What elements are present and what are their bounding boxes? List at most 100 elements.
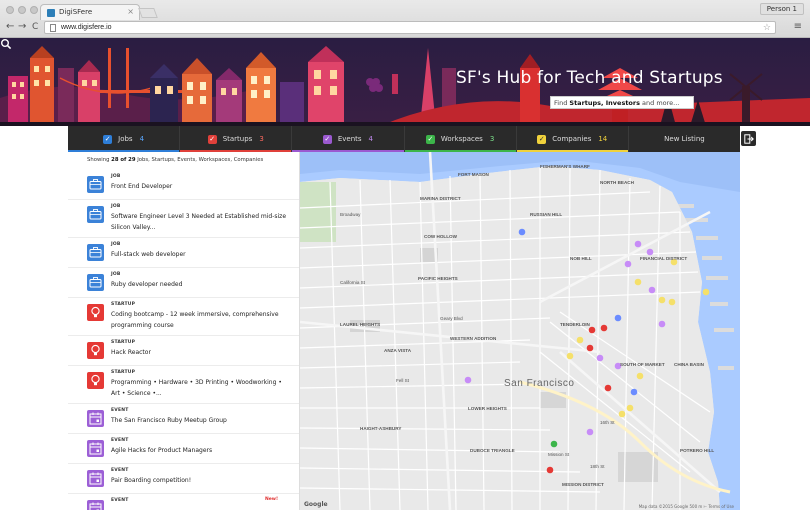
map-label-mission-district: MISSION DISTRICT bbox=[562, 482, 604, 487]
nav-companies[interactable]: ✓ Companies 14 bbox=[516, 126, 629, 152]
nav-label: Jobs bbox=[118, 135, 133, 143]
list-item[interactable]: STARTUP Hack Reactor bbox=[68, 336, 299, 366]
reload-icon[interactable]: C bbox=[32, 22, 38, 32]
nav-count: 4 bbox=[368, 135, 374, 143]
results-summary: Showing 28 of 29 Jobs, Startups, Events,… bbox=[87, 157, 263, 163]
new-tab-button[interactable] bbox=[138, 8, 158, 18]
item-title[interactable]: Pair Boarding competition! bbox=[111, 475, 291, 486]
exit-icon bbox=[743, 133, 754, 144]
item-title[interactable]: Front End Developer bbox=[111, 181, 291, 192]
item-type-label: STARTUP bbox=[111, 340, 136, 345]
nav-new-listing[interactable]: New Listing bbox=[629, 126, 740, 152]
nav-workspaces[interactable]: ✓ Workspaces 3 bbox=[404, 126, 517, 152]
checkbox-icon[interactable]: ✓ bbox=[207, 134, 217, 144]
checkbox-icon[interactable]: ✓ bbox=[322, 134, 332, 144]
briefcase-icon bbox=[87, 244, 104, 261]
map-credits[interactable]: Map data ©2015 Google 500 m ⊢ Terms of U… bbox=[639, 504, 734, 509]
nav-events[interactable]: ✓ Events 4 bbox=[292, 126, 405, 152]
maximize-window-button[interactable] bbox=[30, 6, 38, 14]
new-badge: New! bbox=[264, 497, 278, 502]
map-label-fort-mason: FORT MASON bbox=[458, 172, 489, 177]
briefcase-icon bbox=[87, 274, 104, 291]
map-label-duboce-triangle: DUBOCE TRIANGLE bbox=[470, 448, 515, 453]
back-arrow-icon[interactable]: ← bbox=[6, 22, 14, 32]
map-street-california: California St bbox=[340, 280, 366, 285]
item-title[interactable]: Programming • Hardware • 3D Printing • W… bbox=[111, 377, 291, 399]
hero-search-input[interactable]: Find Startups, Investors and more... bbox=[550, 96, 694, 109]
item-title[interactable]: The San Francisco Ruby Meetup Group bbox=[111, 415, 291, 426]
map-label-tenderloin: TENDERLOIN bbox=[560, 322, 590, 327]
item-type-label: STARTUP bbox=[111, 302, 136, 307]
summary-suffix: Jobs, Startups, Events, Workspaces, Comp… bbox=[135, 157, 264, 163]
list-item[interactable]: JOB Software Engineer Level 3 Needed at E… bbox=[68, 200, 299, 238]
list-item[interactable]: JOB Front End Developer bbox=[68, 170, 299, 200]
calendar-icon bbox=[87, 440, 104, 457]
checkbox-icon[interactable]: ✓ bbox=[537, 134, 547, 144]
nav-count: 3 bbox=[259, 135, 264, 143]
list-item[interactable]: EVENT New! bbox=[68, 494, 299, 510]
close-window-button[interactable] bbox=[6, 6, 14, 14]
browser-menu-icon[interactable]: ≡ bbox=[794, 21, 802, 32]
list-item[interactable]: EVENT Agile Hacks for Product Managers bbox=[68, 434, 299, 464]
search-icon[interactable] bbox=[0, 38, 12, 50]
minimize-window-button[interactable] bbox=[18, 6, 26, 14]
logout-icon[interactable] bbox=[741, 131, 756, 146]
item-title[interactable]: Ruby developer needed bbox=[111, 279, 291, 290]
forward-arrow-icon[interactable]: → bbox=[18, 22, 26, 32]
lightbulb-icon bbox=[87, 304, 104, 321]
page-icon bbox=[50, 24, 56, 32]
map-label-north-beach: NORTH BEACH bbox=[600, 180, 634, 185]
item-type-label: STARTUP bbox=[111, 370, 136, 375]
checkbox-icon[interactable]: ✓ bbox=[425, 134, 435, 144]
item-type-label: EVENT bbox=[111, 438, 129, 443]
bookmark-star-icon[interactable]: ☆ bbox=[763, 22, 771, 33]
results-panel: Showing 28 of 29 Jobs, Startups, Events,… bbox=[68, 152, 300, 510]
url-text: www.digisfere.io bbox=[61, 24, 112, 31]
calendar-icon bbox=[87, 470, 104, 487]
list-item[interactable]: STARTUP Coding bootcamp - 12 week immersi… bbox=[68, 298, 299, 336]
tab-title: DigiSFere bbox=[59, 8, 93, 16]
google-logo[interactable]: Google bbox=[304, 501, 328, 508]
map-canvas[interactable] bbox=[300, 152, 740, 510]
hero-headline: SF's Hub for Tech and Startups bbox=[456, 68, 723, 88]
item-type-label: JOB bbox=[111, 242, 121, 247]
item-type-label: JOB bbox=[111, 272, 121, 277]
nav-label: Startups bbox=[222, 135, 253, 143]
lightbulb-icon bbox=[87, 372, 104, 389]
nav-jobs[interactable]: ✓ Jobs 4 bbox=[68, 126, 181, 152]
calendar-icon bbox=[87, 500, 104, 510]
list-item[interactable]: STARTUP Programming • Hardware • 3D Print… bbox=[68, 366, 299, 404]
list-item[interactable]: EVENT Pair Boarding competition! bbox=[68, 464, 299, 494]
map-view[interactable]: FORT MASON FISHERMAN'S WHARF NORTH BEACH… bbox=[300, 152, 740, 510]
briefcase-icon bbox=[87, 206, 104, 223]
item-type-label: EVENT bbox=[111, 408, 129, 413]
map-label-anza-vista: ANZA VISTA bbox=[384, 348, 412, 353]
search-bold: Startups, Investors bbox=[569, 99, 640, 107]
address-bar[interactable]: www.digisfere.io ☆ bbox=[44, 21, 776, 34]
map-label-russian-hill: RUSSIAN HILL bbox=[530, 212, 563, 217]
close-tab-icon[interactable]: × bbox=[127, 7, 134, 16]
item-type-label: EVENT bbox=[111, 498, 129, 503]
checkbox-icon[interactable]: ✓ bbox=[103, 134, 113, 144]
map-label-potrero-hill: POTRERO HILL bbox=[680, 448, 715, 453]
nav-count: 3 bbox=[489, 135, 495, 143]
category-nav: ✓ Jobs 4 ✓ Startups 3 ✓ Events 4 ✓ Works… bbox=[68, 126, 740, 152]
nav-startups[interactable]: ✓ Startups 3 bbox=[180, 126, 293, 152]
item-title[interactable]: Software Engineer Level 3 Needed at Esta… bbox=[111, 211, 291, 233]
list-item[interactable]: JOB Ruby developer needed bbox=[68, 268, 299, 298]
profile-button[interactable]: Person 1 bbox=[759, 3, 804, 15]
nav-count: 14 bbox=[598, 135, 608, 143]
nav-count: 4 bbox=[139, 135, 145, 143]
list-item[interactable]: JOB Full-stack web developer bbox=[68, 238, 299, 268]
item-title[interactable]: Agile Hacks for Product Managers bbox=[111, 445, 291, 456]
list-item[interactable]: EVENT The San Francisco Ruby Meetup Group bbox=[68, 404, 299, 434]
map-label-cow-hollow: COW HOLLOW bbox=[424, 234, 457, 239]
map-label-laurel-heights: LAUREL HEIGHTS bbox=[340, 322, 381, 327]
browser-chrome: DigiSFere × Person 1 ← → C www.digisfere… bbox=[0, 0, 810, 38]
item-title[interactable]: Coding bootcamp - 12 week immersive, com… bbox=[111, 309, 291, 331]
item-type-label: JOB bbox=[111, 174, 121, 179]
item-title[interactable]: Full-stack web developer bbox=[111, 249, 291, 260]
item-title[interactable]: Hack Reactor bbox=[111, 347, 291, 358]
map-street-geary: Geary Blvd bbox=[440, 316, 463, 321]
browser-tab[interactable]: DigiSFere × bbox=[40, 4, 140, 20]
